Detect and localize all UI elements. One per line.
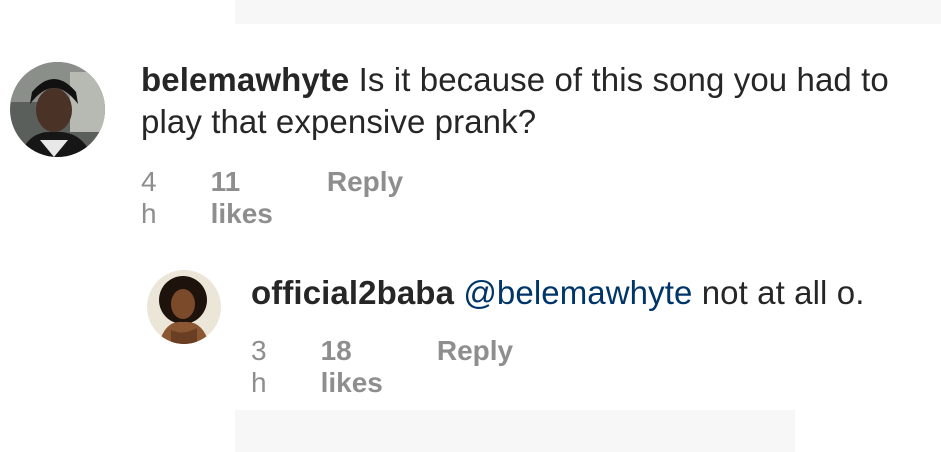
comment-body: not at all o. [701,274,865,311]
background-ghost-bar [235,410,795,452]
user-avatar-photo-icon [147,270,221,344]
comment-meta: 3 h 18 likes Reply [251,335,513,399]
reply-button[interactable]: Reply [437,335,513,367]
avatar[interactable] [10,62,105,157]
comment-username[interactable]: official2baba [251,274,454,311]
comment-timestamp[interactable]: 3 h [251,335,267,399]
comment-text: official2baba @belemawhyte not at all o. [251,272,931,314]
likes-count[interactable]: 11 likes [211,166,273,230]
likes-count[interactable]: 18 likes [321,335,383,399]
mention-link[interactable]: @belemawhyte [463,274,692,311]
comment-timestamp[interactable]: 4 h [141,166,157,230]
reply-button[interactable]: Reply [327,166,403,198]
avatar[interactable] [147,270,221,344]
background-ghost-bar [235,0,941,24]
comment-meta: 4 h 11 likes Reply [141,166,403,230]
comment-username[interactable]: belemawhyte [141,61,349,98]
user-avatar-photo-icon [10,62,105,157]
comment-text: belemawhyte Is it because of this song y… [141,59,931,143]
